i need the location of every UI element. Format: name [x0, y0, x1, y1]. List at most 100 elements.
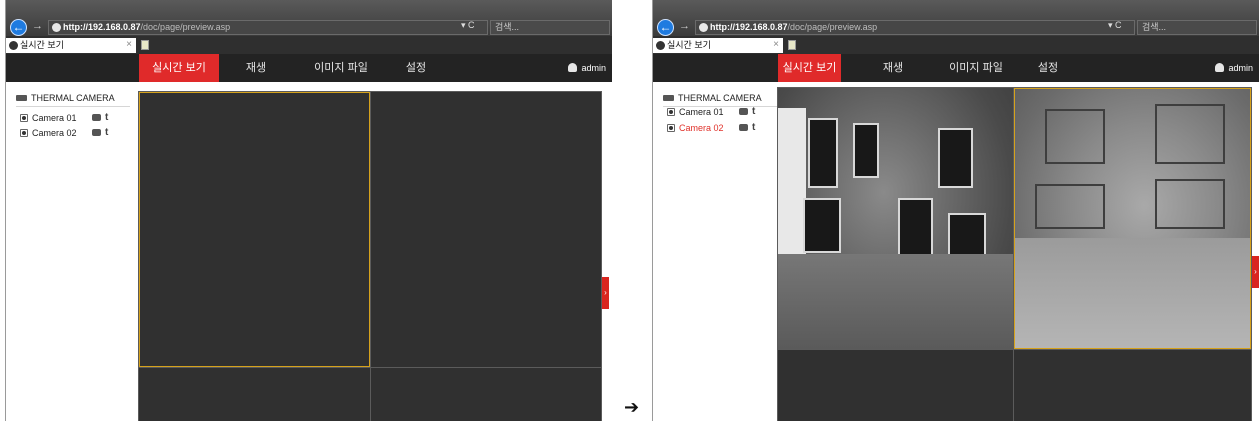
- camera-group-title[interactable]: THERMAL CAMERA: [16, 93, 130, 107]
- video-cell-2[interactable]: [371, 92, 601, 367]
- new-tab-icon[interactable]: [141, 40, 149, 50]
- record-icon[interactable]: [92, 129, 101, 136]
- tab-live-view[interactable]: 실시간 보기 ×: [653, 38, 783, 53]
- camera-group-label: THERMAL CAMERA: [678, 93, 762, 103]
- video-feed-camera-01[interactable]: [778, 88, 1013, 349]
- refresh-button[interactable]: ▾ C: [461, 20, 475, 31]
- browser-toolbar: ← → http://192.168.0.87/doc/page/preview…: [6, 0, 612, 36]
- video-feed-camera-02[interactable]: [1014, 88, 1251, 349]
- search-input[interactable]: 검색...: [1137, 20, 1257, 35]
- feed-detail: [938, 128, 973, 188]
- screenshot-after: ← → http://192.168.0.87/doc/page/preview…: [652, 0, 1259, 421]
- close-icon[interactable]: ×: [773, 38, 779, 52]
- tab-strip: 실시간 보기 ×: [6, 36, 612, 54]
- arrow-left-icon[interactable]: ←: [657, 19, 674, 36]
- url-host: http://192.168.0.87: [710, 22, 788, 32]
- ptz-icon[interactable]: t: [752, 106, 755, 118]
- arrow-right-icon[interactable]: →: [679, 20, 690, 32]
- nav-live-view[interactable]: 실시간 보기: [778, 54, 841, 82]
- user-menu[interactable]: admin: [568, 54, 606, 82]
- favicon-icon: [656, 41, 665, 50]
- chevron-right-icon: ›: [604, 288, 607, 297]
- favicon-icon: [9, 41, 18, 50]
- video-cell-3[interactable]: [778, 350, 1013, 421]
- close-icon[interactable]: ×: [126, 38, 132, 52]
- tab-title: 실시간 보기: [20, 40, 64, 50]
- comparison-stage: ← → http://192.168.0.87/doc/page/preview…: [0, 0, 1259, 421]
- browser-toolbar: ← → http://192.168.0.87/doc/page/preview…: [653, 0, 1259, 36]
- nav-settings[interactable]: 설정: [1028, 54, 1068, 82]
- user-menu[interactable]: admin: [1215, 54, 1253, 82]
- ptz-icon[interactable]: t: [105, 127, 108, 139]
- nav-live-view[interactable]: 실시간 보기: [139, 54, 219, 82]
- nav-settings[interactable]: 설정: [391, 54, 441, 82]
- camera-icon: [20, 129, 28, 137]
- tab-title: 실시간 보기: [667, 40, 711, 50]
- camera-sidebar: THERMAL CAMERA Camera 01 t Camera 02 t: [653, 82, 777, 421]
- ptz-icon[interactable]: t: [752, 122, 755, 134]
- user-icon: [1215, 63, 1225, 72]
- record-icon[interactable]: [739, 108, 748, 115]
- feed-detail: [898, 198, 933, 258]
- transition-arrow-icon: ➔: [624, 397, 640, 417]
- url-path: /doc/page/preview.asp: [140, 22, 231, 32]
- feed-detail: [1155, 179, 1225, 229]
- nav-image-files[interactable]: 이미지 파일: [296, 54, 386, 82]
- camera-icon: [667, 108, 675, 116]
- user-name: admin: [1228, 63, 1253, 73]
- nav-playback[interactable]: 재생: [231, 54, 281, 82]
- feed-detail: [853, 123, 879, 178]
- camera-item-02-selected[interactable]: Camera 02 t: [667, 122, 777, 134]
- camera-item-02[interactable]: Camera 02 t: [20, 127, 130, 139]
- record-icon[interactable]: [739, 124, 748, 131]
- video-cell-4[interactable]: [371, 368, 601, 421]
- camera-label: Camera 01: [679, 107, 724, 117]
- tab-strip: 실시간 보기 ×: [653, 36, 1259, 54]
- video-cell-4[interactable]: [1014, 350, 1251, 421]
- url-path: /doc/page/preview.asp: [787, 22, 878, 32]
- address-bar[interactable]: http://192.168.0.87/doc/page/preview.asp: [695, 20, 1135, 35]
- arrow-right-icon[interactable]: →: [32, 20, 43, 32]
- chevron-right-icon: ›: [1254, 267, 1257, 276]
- user-icon: [568, 63, 578, 72]
- camera-item-01[interactable]: Camera 01 t: [20, 112, 130, 124]
- refresh-button[interactable]: ▾ C: [1108, 20, 1122, 31]
- camera-label: Camera 01: [32, 113, 77, 123]
- user-name: admin: [581, 63, 606, 73]
- video-grid: [138, 91, 602, 421]
- feed-detail: [803, 198, 841, 253]
- camera-label: Camera 02: [679, 123, 724, 133]
- camera-icon: [20, 114, 28, 122]
- feed-detail: [1155, 104, 1225, 164]
- feed-detail: [1035, 184, 1105, 229]
- camera-group-icon: [16, 95, 27, 101]
- camera-label: Camera 02: [32, 128, 77, 138]
- nav-image-files[interactable]: 이미지 파일: [936, 54, 1016, 82]
- feed-detail: [808, 118, 838, 188]
- tab-live-view[interactable]: 실시간 보기 ×: [6, 38, 136, 53]
- camera-sidebar: THERMAL CAMERA Camera 01 t Camera 02 t: [6, 82, 138, 421]
- url-host: http://192.168.0.87: [63, 22, 141, 32]
- address-bar[interactable]: http://192.168.0.87/doc/page/preview.asp: [48, 20, 488, 35]
- panel-toggle-button[interactable]: ›: [1252, 256, 1259, 288]
- nav-playback[interactable]: 재생: [873, 54, 913, 82]
- feed-detail: [1015, 238, 1250, 348]
- arrow-left-icon[interactable]: ←: [10, 19, 27, 36]
- camera-group-label: THERMAL CAMERA: [31, 93, 115, 103]
- feed-detail: [778, 254, 1013, 349]
- video-cell-3[interactable]: [139, 368, 370, 421]
- video-cell-1[interactable]: [139, 92, 370, 367]
- camera-group-icon: [663, 95, 674, 101]
- new-tab-icon[interactable]: [788, 40, 796, 50]
- camera-item-01[interactable]: Camera 01 t: [667, 106, 777, 118]
- search-input[interactable]: 검색...: [490, 20, 610, 35]
- app-navbar: 실시간 보기 재생 이미지 파일 설정 admin: [6, 54, 612, 82]
- camera-group-title[interactable]: THERMAL CAMERA: [663, 93, 777, 107]
- panel-toggle-button[interactable]: ›: [602, 277, 609, 309]
- record-icon[interactable]: [92, 114, 101, 121]
- globe-icon: [699, 23, 708, 32]
- screenshot-before: ← → http://192.168.0.87/doc/page/preview…: [5, 0, 612, 421]
- video-grid: [777, 87, 1252, 421]
- ptz-icon[interactable]: t: [105, 112, 108, 124]
- globe-icon: [52, 23, 61, 32]
